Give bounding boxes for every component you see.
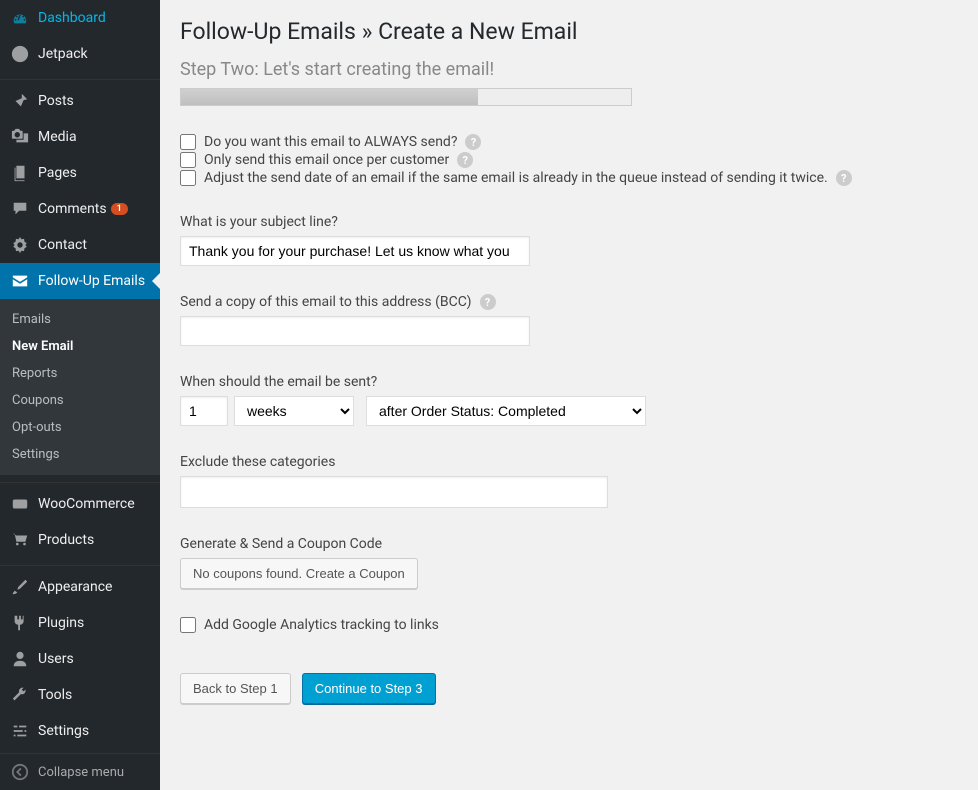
adjust-date-label: Adjust the send date of an email if the … <box>204 170 828 186</box>
continue-button[interactable]: Continue to Step 3 <box>302 673 436 704</box>
jetpack-icon <box>10 44 30 64</box>
page-title: Follow-Up Emails » Create a New Email <box>180 18 958 45</box>
menu-label: Comments <box>38 201 107 217</box>
ga-tracking-label: Add Google Analytics tracking to links <box>204 617 439 633</box>
menu-label: WooCommerce <box>38 496 135 512</box>
sidebar-item-users[interactable]: Users <box>0 641 160 677</box>
menu-label: Media <box>38 129 77 145</box>
menu-separator <box>0 561 160 566</box>
menu-label: Contact <box>38 237 87 253</box>
sidebar-item-pages[interactable]: Pages <box>0 155 160 191</box>
adjust-date-checkbox[interactable] <box>180 170 196 186</box>
exclude-label: Exclude these categories <box>180 454 958 470</box>
menu-label: Products <box>38 532 94 548</box>
sidebar-item-woocommerce[interactable]: WooCommerce <box>0 486 160 522</box>
sidebar-item-tools[interactable]: Tools <box>0 677 160 713</box>
submenu-item-emails[interactable]: Emails <box>0 306 160 333</box>
timing-label: When should the email be sent? <box>180 374 958 390</box>
menu-label: Dashboard <box>38 10 106 26</box>
dashboard-icon <box>10 8 30 28</box>
sidebar-item-contact[interactable]: Contact <box>0 227 160 263</box>
help-icon[interactable]: ? <box>480 294 496 310</box>
sidebar-item-comments[interactable]: Comments 1 <box>0 191 160 227</box>
wrench-icon <box>10 685 30 705</box>
pages-icon <box>10 163 30 183</box>
submenu-item-settings[interactable]: Settings <box>0 441 160 468</box>
timing-event-select[interactable]: after Order Status: Completed <box>366 396 646 426</box>
plug-icon <box>10 613 30 633</box>
back-button[interactable]: Back to Step 1 <box>180 673 291 704</box>
cart-icon <box>10 530 30 550</box>
collapse-label: Collapse menu <box>38 765 124 780</box>
pin-icon <box>10 91 30 111</box>
menu-separator <box>0 478 160 483</box>
sidebar-item-settings[interactable]: Settings <box>0 713 160 749</box>
main-content: Follow-Up Emails » Create a New Email St… <box>160 0 978 790</box>
sidebar-item-posts[interactable]: Posts <box>0 83 160 119</box>
menu-label: Posts <box>38 93 74 109</box>
exclude-categories-input[interactable] <box>180 476 608 508</box>
bcc-label: Send a copy of this email to this addres… <box>180 294 472 310</box>
ga-tracking-checkbox[interactable] <box>180 617 196 633</box>
sliders-icon <box>10 721 30 741</box>
coupon-label: Generate & Send a Coupon Code <box>180 536 958 552</box>
menu-label: Jetpack <box>38 46 88 62</box>
woo-icon <box>10 494 30 514</box>
menu-label: Follow-Up Emails <box>38 273 145 289</box>
sidebar-item-jetpack[interactable]: Jetpack <box>0 36 160 72</box>
collapse-menu[interactable]: Collapse menu <box>0 753 160 790</box>
timing-number-input[interactable] <box>180 396 228 426</box>
menu-separator <box>0 75 160 80</box>
menu-label: Appearance <box>38 579 112 595</box>
once-per-customer-label: Only send this email once per customer <box>204 152 449 168</box>
help-icon[interactable]: ? <box>457 152 473 168</box>
timing-unit-select[interactable]: weeks <box>234 396 354 426</box>
submenu-item-new-email[interactable]: New Email <box>0 333 160 360</box>
menu-label: Settings <box>38 723 89 739</box>
user-icon <box>10 649 30 669</box>
create-coupon-button[interactable]: No coupons found. Create a Coupon <box>180 558 418 589</box>
subject-label: What is your subject line? <box>180 214 958 230</box>
followup-submenu: Emails New Email Reports Coupons Opt-out… <box>0 299 160 475</box>
sidebar-item-appearance[interactable]: Appearance <box>0 569 160 605</box>
progress-fill <box>181 89 478 105</box>
collapse-icon <box>10 762 30 782</box>
help-icon[interactable]: ? <box>836 170 852 186</box>
media-icon <box>10 127 30 147</box>
sidebar-item-dashboard[interactable]: Dashboard <box>0 0 160 36</box>
always-send-checkbox[interactable] <box>180 134 196 150</box>
submenu-item-reports[interactable]: Reports <box>0 360 160 387</box>
menu-label: Pages <box>38 165 77 181</box>
comments-icon <box>10 199 30 219</box>
submenu-item-optouts[interactable]: Opt-outs <box>0 414 160 441</box>
menu-label: Plugins <box>38 615 84 631</box>
brush-icon <box>10 577 30 597</box>
progress-bar <box>180 88 632 106</box>
menu-label: Users <box>38 651 74 667</box>
always-send-label: Do you want this email to ALWAYS send? <box>204 134 457 150</box>
submenu-item-coupons[interactable]: Coupons <box>0 387 160 414</box>
step-title: Step Two: Let's start creating the email… <box>180 59 958 80</box>
admin-sidebar: Dashboard Jetpack Posts Media Pages Comm… <box>0 0 160 790</box>
once-per-customer-checkbox[interactable] <box>180 152 196 168</box>
gear-icon <box>10 235 30 255</box>
sidebar-item-followup-emails[interactable]: Follow-Up Emails <box>0 263 160 299</box>
sidebar-item-media[interactable]: Media <box>0 119 160 155</box>
sidebar-item-products[interactable]: Products <box>0 522 160 558</box>
menu-label: Tools <box>38 687 72 703</box>
bcc-input[interactable] <box>180 316 530 346</box>
email-icon <box>10 271 30 291</box>
sidebar-item-plugins[interactable]: Plugins <box>0 605 160 641</box>
comments-badge: 1 <box>111 203 128 215</box>
subject-input[interactable] <box>180 236 530 266</box>
help-icon[interactable]: ? <box>465 134 481 150</box>
